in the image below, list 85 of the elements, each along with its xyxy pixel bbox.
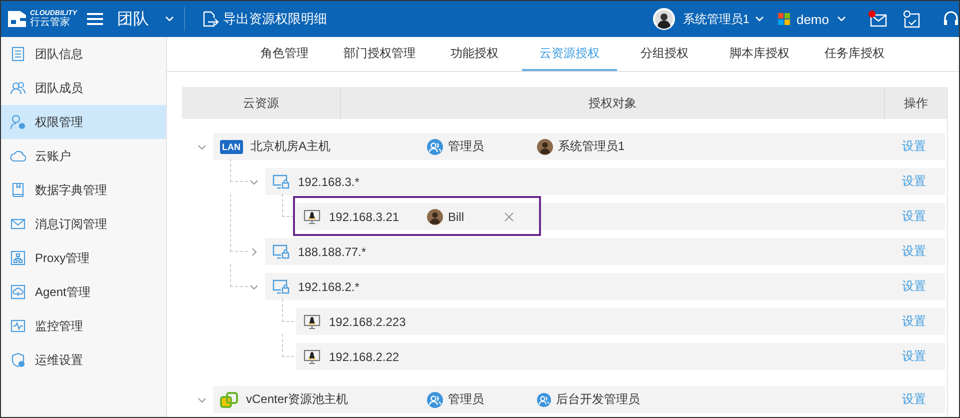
sidebar-item[interactable]: 监控管理 bbox=[1, 309, 166, 343]
linux-monitor-icon bbox=[303, 348, 321, 364]
network-icon bbox=[10, 250, 26, 266]
tree-row[interactable]: LAN 北京机房A主机 管理员 系统管理员1 设置 bbox=[213, 133, 945, 160]
menu-icon[interactable] bbox=[87, 12, 103, 26]
resource-name: vCenter资源池主机 bbox=[246, 391, 348, 408]
chevron-down-icon[interactable] bbox=[165, 16, 174, 22]
sidebar-item[interactable]: 消息订阅管理 bbox=[1, 207, 166, 241]
cloud-box-icon bbox=[10, 284, 26, 300]
tree-line bbox=[282, 299, 294, 322]
sidebar-item[interactable]: 团队信息 bbox=[1, 37, 166, 71]
lan-badge: LAN bbox=[220, 140, 242, 154]
grantee-name: 管理员 bbox=[448, 391, 484, 408]
mail-icon bbox=[10, 216, 26, 232]
tree-line bbox=[230, 264, 248, 287]
linux-monitor-icon bbox=[303, 208, 321, 224]
tree-row[interactable]: 192.168.3.21 Bill 设置 bbox=[296, 203, 945, 230]
resource-name: 192.168.2.223 bbox=[329, 314, 406, 328]
chevron-right-icon[interactable] bbox=[249, 246, 259, 256]
tiles-icon bbox=[778, 13, 790, 25]
task-icon[interactable] bbox=[903, 10, 921, 28]
column-header: 授权对象 bbox=[341, 87, 885, 119]
avatar[interactable] bbox=[652, 8, 675, 30]
squares-icon bbox=[220, 390, 238, 408]
resource-name: 192.168.2.* bbox=[298, 280, 360, 294]
tab[interactable]: 脚本库授权 bbox=[712, 37, 807, 71]
tab[interactable]: 功能授权 bbox=[427, 37, 522, 71]
monitor-lock-icon bbox=[272, 244, 290, 260]
close-icon[interactable] bbox=[504, 212, 514, 222]
tab[interactable]: 角色管理 bbox=[237, 37, 332, 71]
sidebar-item[interactable]: 云账户 bbox=[1, 139, 166, 173]
tab[interactable]: 部门授权管理 bbox=[332, 37, 427, 71]
resource-name: 192.168.3.21 bbox=[329, 210, 400, 224]
sidebar-item[interactable]: Agent管理 bbox=[1, 275, 166, 309]
tree-row[interactable]: 192.168.2.22 设置 bbox=[296, 343, 945, 370]
logo-subtext: 行云管家 bbox=[30, 18, 71, 28]
column-header: 操作 bbox=[903, 94, 929, 112]
tree-line bbox=[230, 194, 248, 252]
linux-monitor-icon bbox=[303, 314, 321, 330]
chevron-down-icon[interactable] bbox=[837, 16, 846, 22]
tree-row[interactable]: vCenter资源池主机 管理员 后台开发管理员 设置 bbox=[213, 386, 945, 413]
headset-icon[interactable] bbox=[943, 10, 959, 28]
monitor-lock-icon bbox=[272, 174, 290, 190]
sidebar-item[interactable]: 运维设置 bbox=[1, 343, 166, 377]
book-icon bbox=[10, 182, 26, 198]
tree-row[interactable]: 192.168.3.* 设置 bbox=[265, 168, 945, 195]
resource-name: 北京机房A主机 bbox=[250, 138, 331, 155]
resource-name: 192.168.2.22 bbox=[329, 350, 400, 364]
org-menu[interactable]: demo bbox=[796, 12, 846, 26]
group-icon bbox=[537, 392, 551, 408]
group-icon bbox=[427, 138, 443, 154]
monitor-lock-icon bbox=[272, 278, 290, 294]
chevron-down-icon[interactable] bbox=[755, 16, 764, 22]
group-icon bbox=[427, 392, 443, 408]
tree-row[interactable]: 192.168.2.223 设置 bbox=[296, 308, 945, 335]
resource-name: 188.188.77.* bbox=[298, 244, 366, 258]
module-dropdown[interactable]: 团队 bbox=[117, 8, 174, 30]
cloud-icon bbox=[10, 148, 26, 164]
tree-line bbox=[282, 334, 294, 357]
logo-icon bbox=[6, 8, 28, 30]
grantee-name: Bill bbox=[448, 210, 464, 224]
grantee-name: 管理员 bbox=[448, 138, 484, 155]
grantee-name: 后台开发管理员 bbox=[556, 391, 640, 408]
tree-line bbox=[282, 194, 294, 217]
tab[interactable]: 任务库授权 bbox=[807, 37, 902, 71]
document-icon bbox=[10, 46, 26, 62]
resource-name: 192.168.3.* bbox=[298, 174, 360, 188]
export-icon[interactable] bbox=[201, 10, 219, 28]
avatar bbox=[537, 138, 553, 154]
column-header: 云资源 bbox=[182, 87, 341, 119]
tab[interactable]: 分组授权 bbox=[617, 37, 712, 71]
sidebar-item[interactable]: 团队成员 bbox=[1, 71, 166, 105]
avatar bbox=[427, 208, 443, 224]
sidebar-item[interactable]: 数据字典管理 bbox=[1, 173, 166, 207]
export-button[interactable]: 导出资源权限明细 bbox=[223, 10, 327, 28]
tree-row[interactable]: 188.188.77.* 设置 bbox=[265, 238, 945, 265]
grantee-name: 系统管理员1 bbox=[558, 138, 625, 155]
user-menu[interactable]: 系统管理员1 bbox=[682, 10, 764, 28]
tree-line bbox=[230, 159, 248, 182]
sidebar-item[interactable]: Proxy管理 bbox=[1, 241, 166, 275]
sidebar-item[interactable]: 权限管理 bbox=[1, 105, 166, 139]
users-icon bbox=[10, 80, 26, 96]
mail-icon[interactable] bbox=[868, 10, 888, 28]
pulse-icon bbox=[10, 318, 26, 334]
tree-row[interactable]: 192.168.2.* 设置 bbox=[265, 273, 945, 300]
